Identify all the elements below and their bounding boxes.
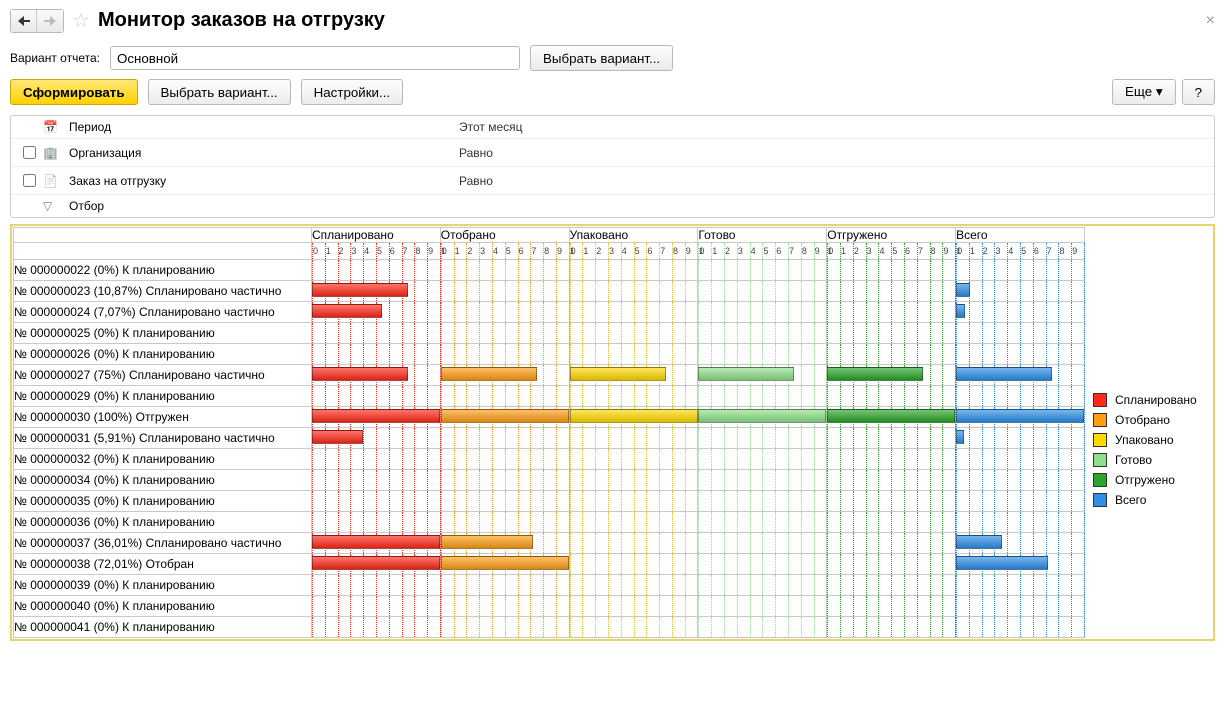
row-label: № 000000032 (0%) К планированию [14,449,312,470]
legend-swatch [1093,453,1107,467]
generate-button[interactable]: Сформировать [10,79,138,105]
filter-row: 🏢 Организация Равно [11,139,1214,167]
legend-swatch [1093,473,1107,487]
nav-forward-button[interactable] [37,10,63,32]
legend-item: Спланировано [1093,393,1197,407]
variant-label: Вариант отчета: [10,51,100,65]
legend-item: Упаковано [1093,433,1197,447]
legend-label: Отобрано [1115,413,1170,427]
row-label: № 000000038 (72,01%) Отобран [14,554,312,575]
table-row: № 000000025 (0%) К планированию [14,323,1085,344]
row-label: № 000000036 (0%) К планированию [14,512,312,533]
row-label: № 000000025 (0%) К планированию [14,323,312,344]
table-row: № 000000032 (0%) К планированию [14,449,1085,470]
legend-swatch [1093,413,1107,427]
row-label: № 000000034 (0%) К планированию [14,470,312,491]
variant-input[interactable] [110,46,520,70]
filter-icon: 🏢 [43,146,59,160]
filter-name: Период [69,120,449,134]
legend-item: Отобрано [1093,413,1197,427]
table-row: № 000000034 (0%) К планированию [14,470,1085,491]
row-label: № 000000024 (7,07%) Спланировано частичн… [14,302,312,323]
row-label: № 000000037 (36,01%) Спланировано частич… [14,533,312,554]
table-row: № 000000024 (7,07%) Спланировано частичн… [14,302,1085,323]
report-table: СпланированоОтобраноУпакованоГотовоОтгру… [13,227,1085,638]
chevron-down-icon: ▾ [1156,84,1163,99]
stage-header: Спланировано [311,228,440,243]
table-row: № 000000035 (0%) К планированию [14,491,1085,512]
filter-row: ▽ Отбор [11,195,1214,217]
row-label: № 000000035 (0%) К планированию [14,491,312,512]
legend: Спланировано Отобрано Упаковано Готово Отгру… [1093,227,1197,638]
legend-label: Спланировано [1115,393,1197,407]
legend-item: Готово [1093,453,1197,467]
row-label: № 000000031 (5,91%) Спланировано частичн… [14,428,312,449]
choose-variant-button-top[interactable]: Выбрать вариант... [530,45,673,71]
stage-header: Упаковано [569,228,698,243]
stage-header: Готово [698,228,827,243]
filter-icon: 📅 [43,120,59,134]
filter-row: 📄 Заказ на отгрузку Равно [11,167,1214,195]
legend-label: Отгружено [1115,473,1175,487]
table-row: № 000000022 (0%) К планированию [14,260,1085,281]
filter-checkbox[interactable] [23,146,36,159]
window-title: Монитор заказов на отгрузку [98,9,385,32]
stage-header: Всего [956,228,1085,243]
row-label: № 000000023 (10,87%) Спланировано частич… [14,281,312,302]
legend-item: Всего [1093,493,1197,507]
row-label: № 000000041 (0%) К планированию [14,617,312,638]
filter-condition: Этот месяц [459,120,523,134]
table-row: № 000000027 (75%) Спланировано частично [14,365,1085,386]
filter-icon: 📄 [43,174,59,188]
filter-row: 📅 Период Этот месяц [11,116,1214,139]
table-row: № 000000039 (0%) К планированию [14,575,1085,596]
table-row: № 000000026 (0%) К планированию [14,344,1085,365]
table-row: № 000000038 (72,01%) Отобран [14,554,1085,575]
legend-label: Готово [1115,453,1152,467]
settings-button[interactable]: Настройки... [301,79,403,105]
favorite-star-icon[interactable]: ☆ [72,8,90,33]
more-button[interactable]: Еще ▾ [1112,79,1176,105]
table-row: № 000000041 (0%) К планированию [14,617,1085,638]
row-label: № 000000040 (0%) К планированию [14,596,312,617]
legend-item: Отгружено [1093,473,1197,487]
filter-name: Организация [69,146,449,160]
table-row: № 000000023 (10,87%) Спланировано частич… [14,281,1085,302]
filter-panel: 📅 Период Этот месяц 🏢 Организация Равно 📄 Заказ… [10,115,1215,218]
row-label: № 000000030 (100%) Отгружен [14,407,312,428]
table-row: № 000000037 (36,01%) Спланировано частич… [14,533,1085,554]
table-row: № 000000029 (0%) К планированию [14,386,1085,407]
legend-label: Упаковано [1115,433,1174,447]
row-label: № 000000027 (75%) Спланировано частично [14,365,312,386]
filter-name: Заказ на отгрузку [69,174,449,188]
filter-condition: Равно [459,146,493,160]
row-label: № 000000039 (0%) К планированию [14,575,312,596]
row-label: № 000000022 (0%) К планированию [14,260,312,281]
table-row: № 000000030 (100%) Отгружен [14,407,1085,428]
choose-variant-button[interactable]: Выбрать вариант... [148,79,291,105]
table-row: № 000000036 (0%) К планированию [14,512,1085,533]
row-label: № 000000026 (0%) К планированию [14,344,312,365]
nav-back-button[interactable] [11,10,37,32]
filter-condition: Равно [459,174,493,188]
help-button[interactable]: ? [1182,79,1215,105]
stage-header: Отгружено [827,228,956,243]
legend-label: Всего [1115,493,1146,507]
filter-icon: ▽ [43,199,59,213]
legend-swatch [1093,433,1107,447]
table-row: № 000000040 (0%) К планированию [14,596,1085,617]
legend-swatch [1093,493,1107,507]
stage-header: Отобрано [440,228,569,243]
row-label: № 000000029 (0%) К планированию [14,386,312,407]
filter-name: Отбор [69,199,449,213]
table-row: № 000000031 (5,91%) Спланировано частичн… [14,428,1085,449]
filter-checkbox[interactable] [23,174,36,187]
close-icon[interactable]: × [1206,12,1215,30]
legend-swatch [1093,393,1107,407]
